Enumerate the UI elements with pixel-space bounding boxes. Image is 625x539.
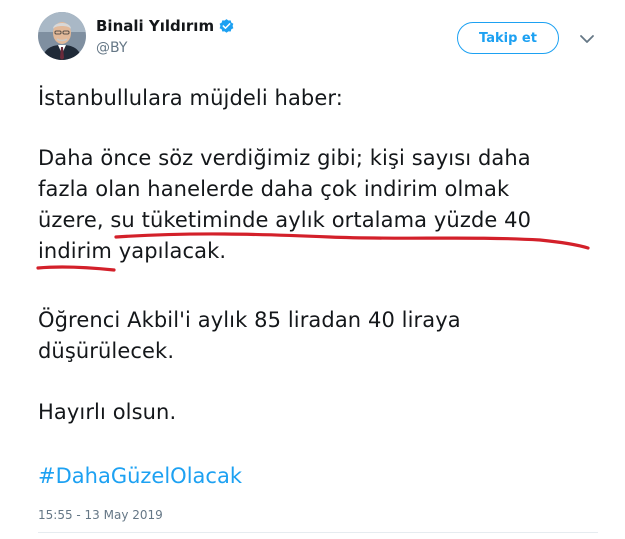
tweet-paragraph-3: Öğrenci Akbil'i aylık 85 liradan 40 lira…	[38, 305, 461, 367]
tweet-line: üzere, su tüketiminde aylık ortalama yüz…	[38, 208, 532, 232]
tweet-line: İstanbullulara müjdeli haber:	[38, 86, 343, 110]
tweet-timestamp[interactable]: 15:55 - 13 May 2019	[38, 508, 163, 522]
tweet-line: fazla olan hanelerde daha çok indirim ol…	[38, 177, 510, 201]
author-block[interactable]: Binali Yıldırım @BY	[96, 16, 235, 56]
underline-mark-line-4	[36, 265, 116, 272]
tweet-line: Öğrenci Akbil'i aylık 85 liradan 40 lira…	[38, 308, 461, 332]
tweet-paragraph-2: Daha önce söz verdiğimiz gibi; kişi sayı…	[38, 143, 531, 267]
author-name-row: Binali Yıldırım	[96, 16, 235, 36]
avatar-image	[38, 12, 86, 60]
tweet-line: düşürülecek.	[38, 339, 175, 363]
author-name[interactable]: Binali Yıldırım	[96, 17, 214, 35]
divider	[38, 532, 598, 533]
follow-button[interactable]: Takip et	[457, 22, 559, 54]
tweet-paragraph-4: Hayırlı olsun.	[38, 397, 176, 428]
verified-badge-icon	[219, 18, 234, 33]
author-handle[interactable]: @BY	[96, 40, 235, 56]
tweet-line: Hayırlı olsun.	[38, 400, 177, 424]
tweet-line: Daha önce söz verdiğimiz gibi; kişi sayı…	[38, 146, 531, 170]
chevron-down-icon[interactable]	[578, 32, 596, 46]
tweet-line: indirim yapılacak.	[38, 239, 227, 263]
tweet-paragraph-1: İstanbullulara müjdeli haber:	[38, 83, 343, 114]
tweet-card: Binali Yıldırım @BY Takip et İstanbullul…	[0, 0, 625, 539]
hashtag-link[interactable]: #DahaGüzelOlacak	[38, 461, 242, 492]
red-underline-annotation	[36, 232, 590, 272]
avatar[interactable]	[38, 12, 86, 60]
